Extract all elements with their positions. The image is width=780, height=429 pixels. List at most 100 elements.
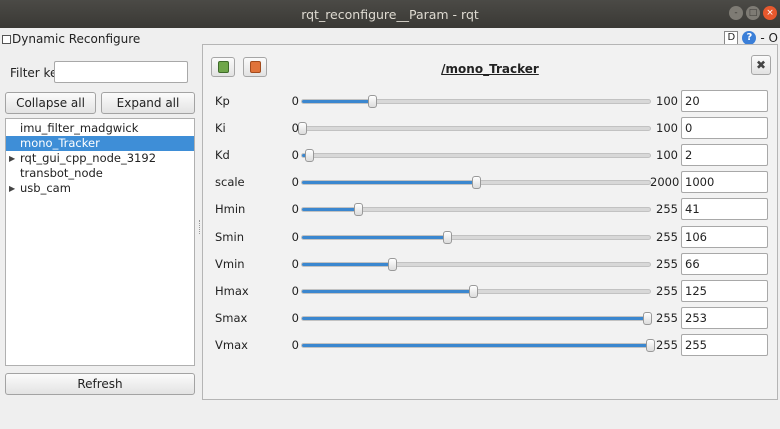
tree-item-label: transbot_node <box>20 166 103 180</box>
param-max-label: 255 <box>656 202 678 217</box>
param-min-label: 0 <box>291 310 299 325</box>
param-row-kd: Kd 0 100 <box>203 144 779 167</box>
param-slider[interactable] <box>301 95 651 108</box>
param-name-label: Kd <box>215 148 230 163</box>
param-min-label: 0 <box>291 283 299 298</box>
param-min-label: 0 <box>291 94 299 108</box>
param-row-vmin: Vmin 0 255 <box>203 252 779 275</box>
tree-item[interactable]: imu_filter_madgwick <box>6 121 194 136</box>
dock-icon[interactable]: D <box>724 31 739 45</box>
param-name-label: Ki <box>215 121 226 136</box>
param-slider[interactable] <box>301 257 651 271</box>
param-row-smin: Smin 0 255 <box>203 225 779 248</box>
param-slider[interactable] <box>301 230 651 244</box>
param-name-label: Smin <box>215 229 244 244</box>
param-value-input[interactable] <box>681 333 768 356</box>
param-row-hmin: Hmin 0 255 <box>203 198 779 221</box>
slider-fill <box>302 100 372 103</box>
slider-fill <box>302 208 358 212</box>
param-value-input[interactable] <box>681 117 768 140</box>
param-max-label: 255 <box>656 256 678 271</box>
slider-handle[interactable] <box>353 203 363 217</box>
minimize-icon[interactable]: - <box>729 6 743 20</box>
tree-item[interactable]: transbot_node <box>6 166 194 181</box>
param-name-label: Kp <box>215 94 230 108</box>
slider-handle[interactable] <box>388 257 398 271</box>
param-name-label: Hmax <box>215 283 249 298</box>
slider-handle[interactable] <box>442 230 452 244</box>
slider-fill <box>302 343 650 347</box>
help-icon[interactable]: ? <box>742 31 757 45</box>
collapse-all-button[interactable]: Collapse all <box>5 92 96 114</box>
tree-item[interactable]: mono_Tracker <box>6 136 194 151</box>
window-titlebar: rqt_reconfigure__Param - rqt - □ × <box>0 0 780 28</box>
param-max-label: 255 <box>656 310 678 325</box>
param-max-label: 100 <box>656 121 678 136</box>
refresh-button[interactable]: Refresh <box>5 373 195 395</box>
expand-arrow-icon[interactable]: ▶ <box>9 151 15 166</box>
param-min-label: 0 <box>291 229 299 244</box>
param-slider[interactable] <box>298 122 651 136</box>
filter-key-input[interactable] <box>54 61 188 83</box>
param-value-input[interactable] <box>681 171 768 194</box>
param-row-ki: Ki 0 100 <box>203 117 779 140</box>
param-value-input[interactable] <box>681 144 768 167</box>
param-value-input[interactable] <box>681 198 768 221</box>
close-window-icon[interactable]: × <box>763 6 777 20</box>
status-bar <box>0 404 780 429</box>
tree-item-label: imu_filter_madgwick <box>20 121 139 135</box>
param-name-label: scale <box>215 175 245 190</box>
param-min-label: 0 <box>291 175 299 190</box>
param-max-label: 2000 <box>650 175 680 190</box>
slider-handle[interactable] <box>304 149 314 163</box>
plugin-window-buttons[interactable]: - O <box>760 31 778 45</box>
param-max-label: 255 <box>656 337 678 352</box>
slider-fill <box>302 289 473 293</box>
param-slider[interactable] <box>301 311 653 325</box>
param-max-label: 255 <box>656 283 678 298</box>
param-slider[interactable] <box>301 338 655 352</box>
slider-fill <box>302 181 476 185</box>
node-name-title: /mono_Tracker <box>441 62 539 76</box>
slider-fill <box>302 235 447 239</box>
param-max-label: 100 <box>656 148 678 163</box>
slider-fill <box>302 316 648 320</box>
param-min-label: 0 <box>291 202 299 217</box>
param-max-label: 100 <box>656 94 678 108</box>
param-slider[interactable] <box>301 203 651 217</box>
expand-arrow-icon[interactable]: ▶ <box>9 181 15 196</box>
slider-fill <box>302 262 393 266</box>
param-name-label: Vmin <box>215 256 245 271</box>
slider-handle[interactable] <box>472 176 481 190</box>
param-slider[interactable] <box>301 149 651 163</box>
slider-handle[interactable] <box>468 284 478 298</box>
maximize-icon[interactable]: □ <box>746 6 760 20</box>
close-node-button[interactable]: ✖ <box>751 55 771 75</box>
param-value-input[interactable] <box>681 279 768 302</box>
tree-item-label: usb_cam <box>20 181 71 195</box>
window-title: rqt_reconfigure__Param - rqt <box>301 7 479 22</box>
param-value-input[interactable] <box>681 225 768 248</box>
expand-all-button[interactable]: Expand all <box>101 92 195 114</box>
param-min-label: 0 <box>291 256 299 271</box>
slider-handle[interactable] <box>298 122 307 136</box>
param-slider[interactable] <box>301 284 651 298</box>
param-value-input[interactable] <box>681 306 768 329</box>
node-tree[interactable]: imu_filter_madgwick mono_Tracker ▶ rqt_gui_… <box>5 118 195 366</box>
param-min-label: 0 <box>291 148 299 163</box>
param-slider[interactable] <box>301 176 651 190</box>
param-row-kp: Kp 0 100 <box>203 90 779 112</box>
tree-item[interactable]: ▶ rqt_gui_cpp_node_3192 <box>6 151 194 166</box>
param-row-smax: Smax 0 255 <box>203 306 779 329</box>
tree-item[interactable]: ▶ usb_cam <box>6 181 194 196</box>
plugin-title: Dynamic Reconfigure <box>2 32 140 46</box>
slider-handle[interactable] <box>367 95 377 108</box>
param-row-scale: scale 0 2000 <box>203 171 779 194</box>
param-name-label: Hmin <box>215 202 246 217</box>
param-min-label: 0 <box>291 121 299 136</box>
window-controls: - □ × <box>729 6 777 20</box>
param-max-label: 255 <box>656 229 678 244</box>
param-value-input[interactable] <box>681 252 768 275</box>
param-name-label: Vmax <box>215 337 248 352</box>
param-value-input[interactable] <box>681 90 768 112</box>
